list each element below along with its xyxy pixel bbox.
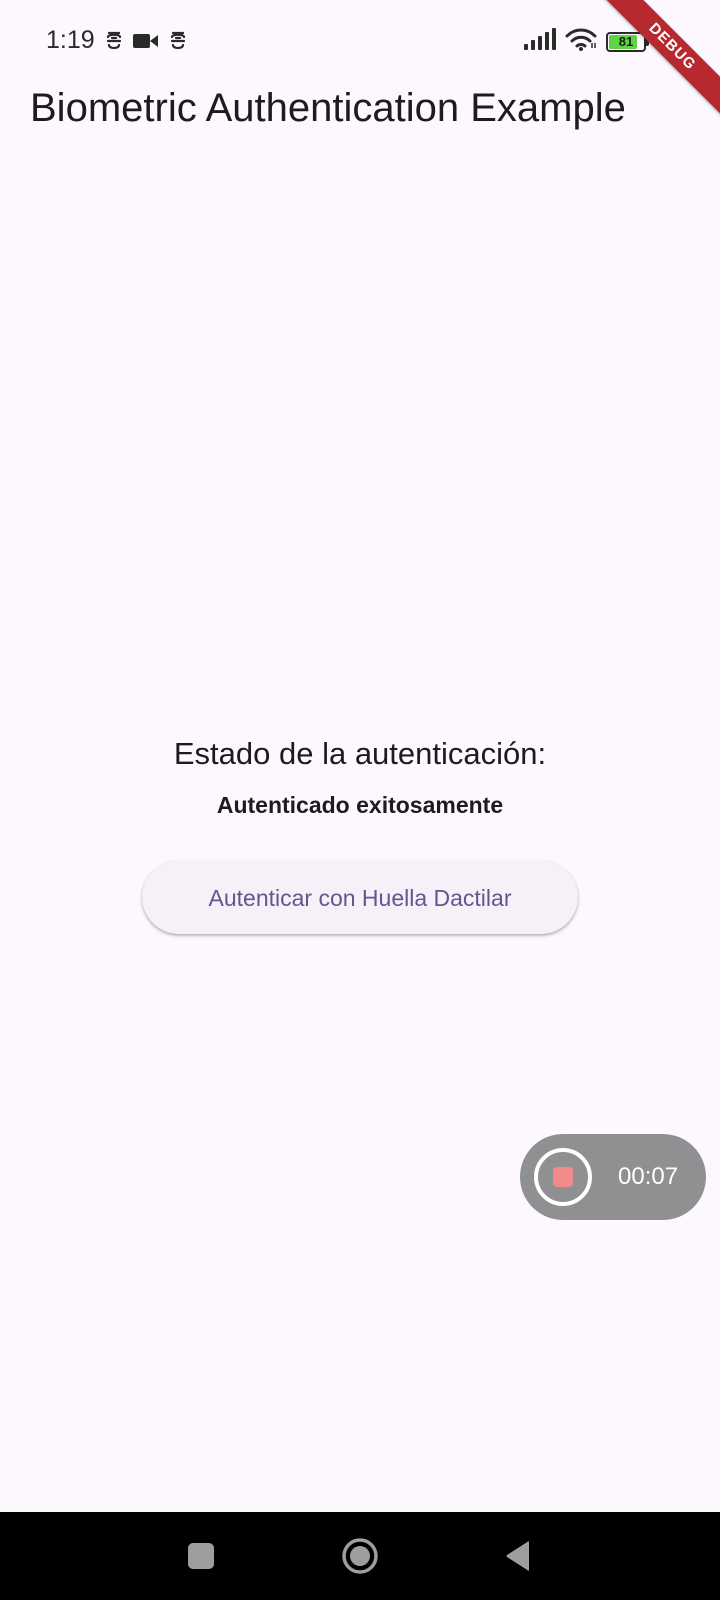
notification-icon (105, 30, 123, 52)
wifi-icon (565, 27, 597, 56)
back-icon (506, 1541, 529, 1571)
stop-recording-button[interactable] (534, 1148, 592, 1206)
home-button[interactable] (325, 1512, 395, 1600)
back-button[interactable] (483, 1512, 553, 1600)
home-icon (342, 1538, 378, 1574)
status-bar: 1:19 81 (0, 0, 720, 80)
app-screen: 1:19 81 DEBUG Biometric Authentication E… (0, 0, 720, 1600)
screen-recorder-widget[interactable]: 00:07 (520, 1134, 706, 1220)
navigation-bar (0, 1512, 720, 1600)
authenticate-fingerprint-button[interactable]: Autenticar con Huella Dactilar (142, 860, 578, 934)
notification-icon (169, 30, 187, 52)
battery-level: 81 (618, 34, 634, 49)
app-bar: Biometric Authentication Example (0, 80, 720, 144)
recents-button[interactable] (166, 1512, 236, 1600)
status-bar-left: 1:19 (46, 26, 187, 55)
auth-status-value: Autenticado exitosamente (216, 792, 504, 818)
battery-icon: 81 (606, 31, 649, 52)
signal-icon (524, 28, 556, 55)
status-bar-right: 81 (524, 27, 649, 56)
auth-status-label: Estado de la autenticación: (173, 736, 547, 771)
recents-icon (188, 1543, 214, 1569)
status-time: 1:19 (46, 26, 95, 54)
page-title: Biometric Authentication Example (30, 86, 626, 130)
video-camera-icon (132, 32, 159, 50)
main-content: Estado de la autenticación: Autenticado … (0, 730, 720, 934)
stop-icon (553, 1167, 573, 1187)
recording-timer: 00:07 (618, 1163, 679, 1190)
